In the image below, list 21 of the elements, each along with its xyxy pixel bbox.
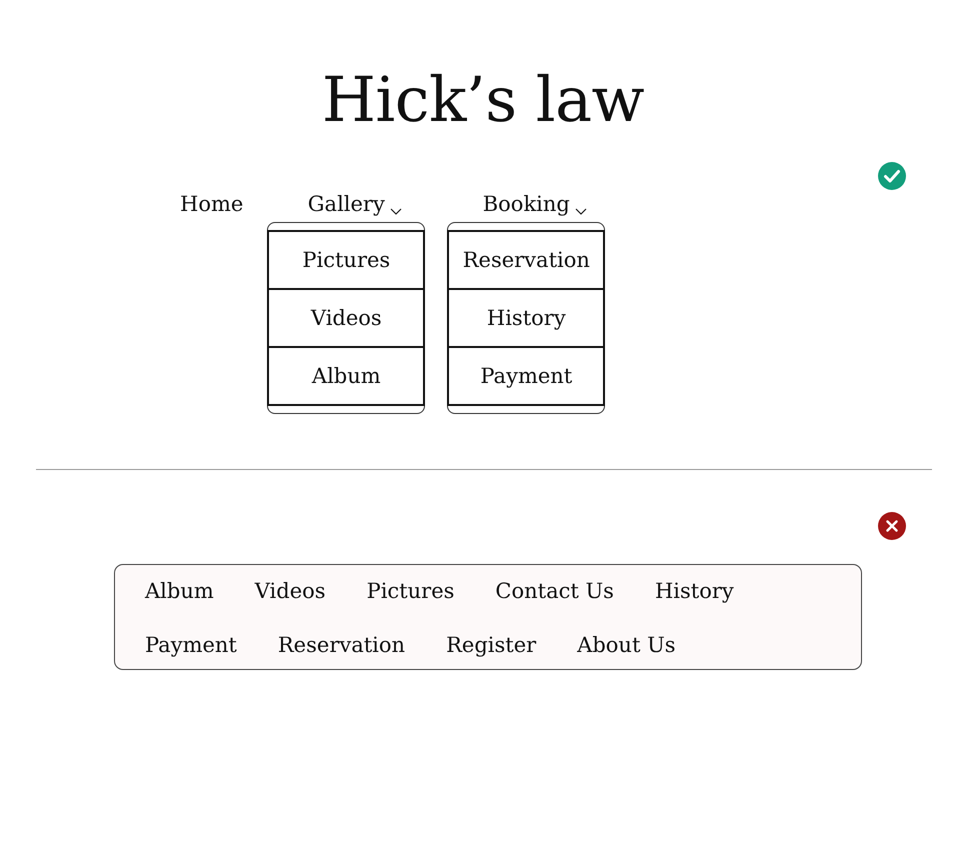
nav-link[interactable]: Register [446,630,536,660]
nav-link[interactable]: Contact Us [495,576,614,606]
dropdown-item[interactable]: Videos [269,288,424,346]
nav-link[interactable]: History [654,576,734,606]
dropdown-item[interactable]: Payment [449,346,604,404]
dropdown-toggle[interactable]: Booking [466,190,587,218]
nav-link[interactable]: Reservation [278,630,406,660]
page-title: Hick’s law [320,63,646,137]
dropdown-item[interactable]: Reservation [449,232,604,288]
caret-icon [390,208,402,215]
nav-link[interactable]: Album [145,576,214,606]
nav-link[interactable]: Pictures [366,576,454,606]
dropdown-item[interactable]: Pictures [269,232,424,288]
nav-link[interactable]: Home [180,190,244,218]
caret-icon [574,208,587,215]
nav-link[interactable]: Payment [145,630,237,660]
dropdown-item[interactable]: Album [269,346,424,404]
dropdown-item[interactable]: History [449,288,604,346]
nav-link[interactable]: Videos [254,576,326,606]
dropdown-toggle[interactable]: Gallery [290,190,402,218]
nav-link[interactable]: About Us [577,630,676,660]
